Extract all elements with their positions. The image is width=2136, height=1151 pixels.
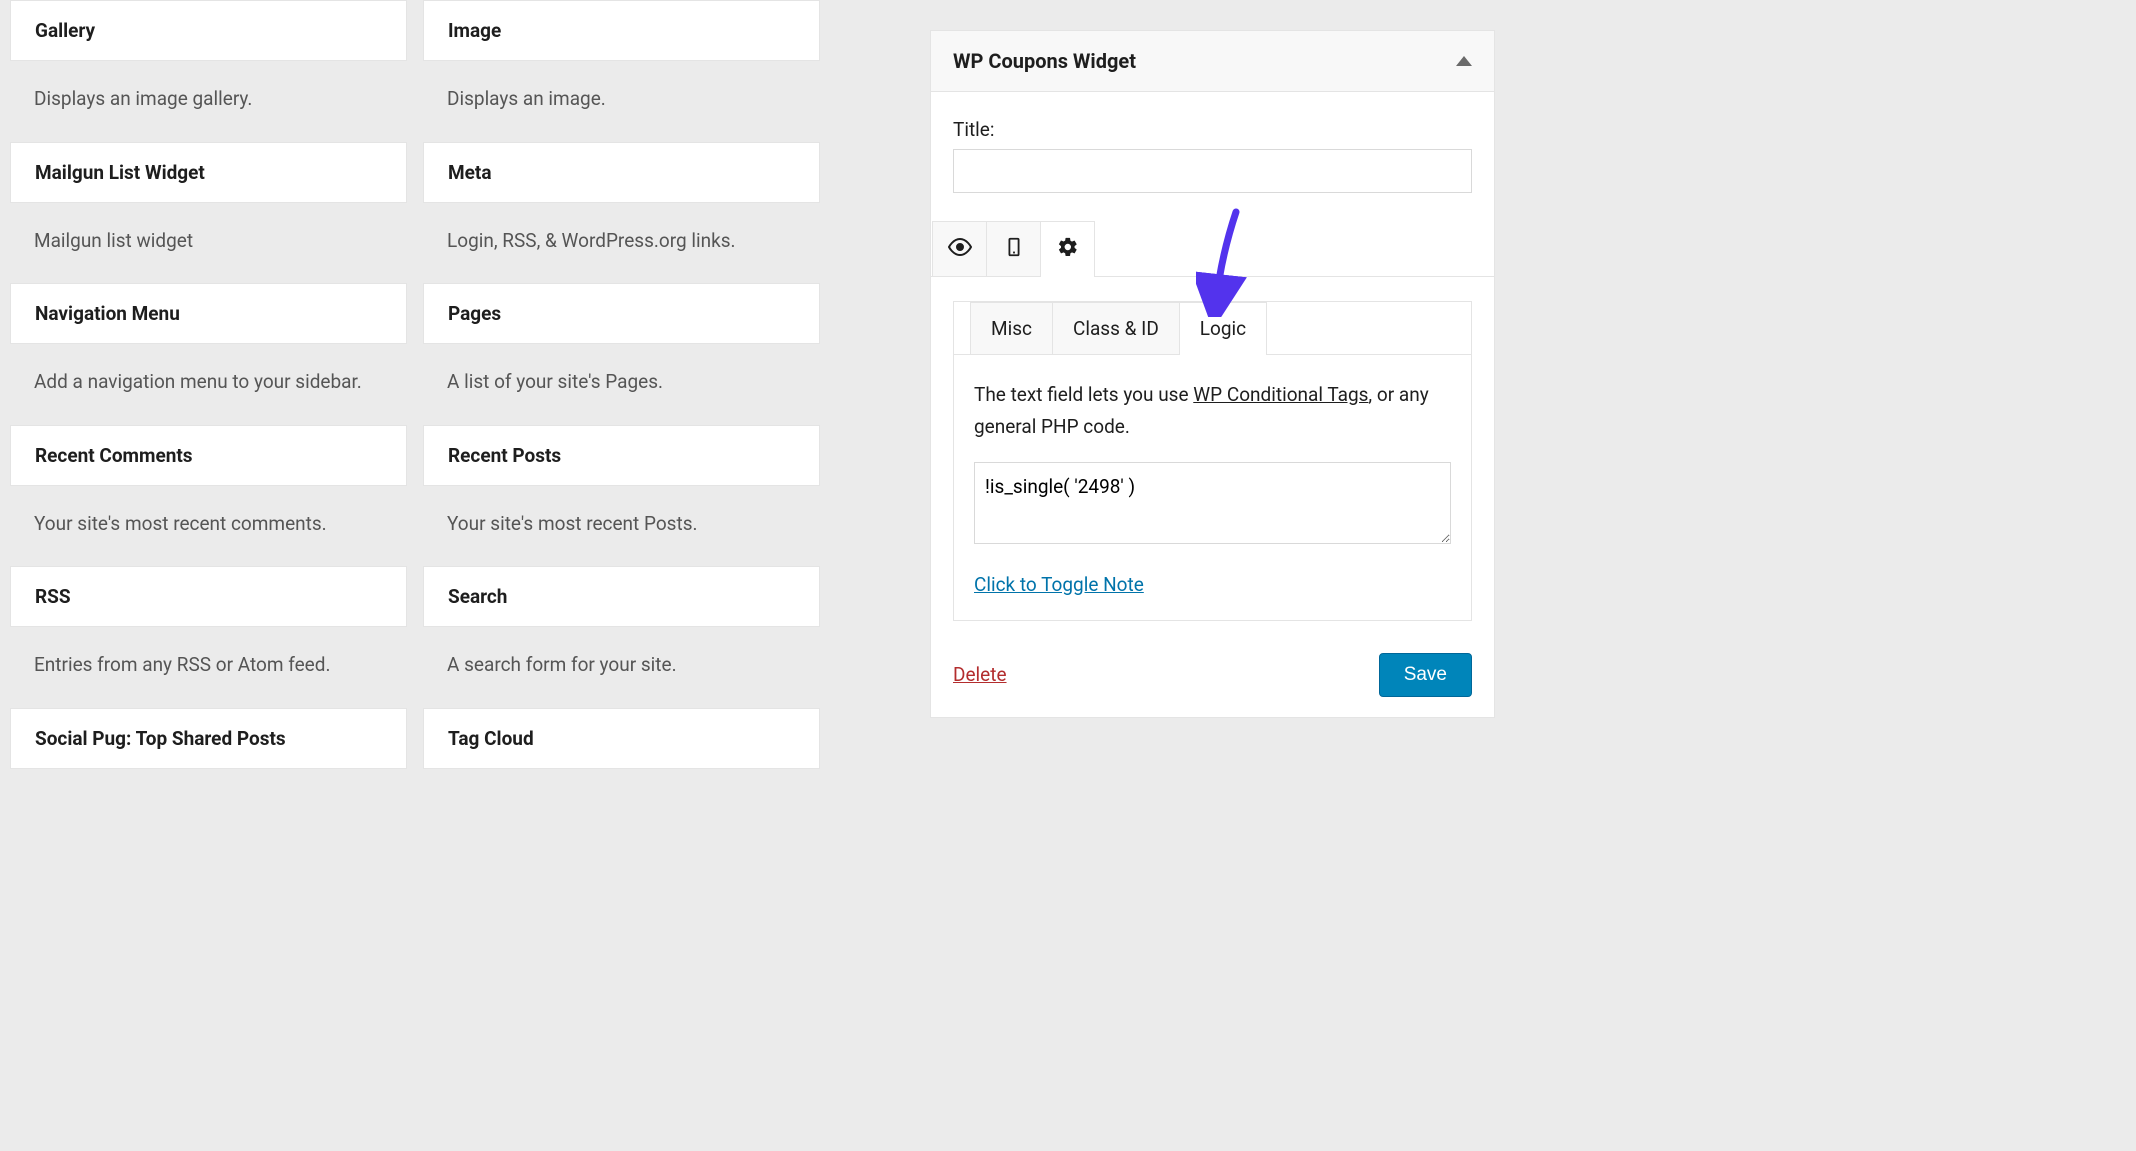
delete-link[interactable]: Delete <box>953 663 1007 686</box>
widget-tag-cloud[interactable]: Tag Cloud <box>423 708 820 769</box>
widget-nav-menu[interactable]: Navigation Menu <box>10 283 407 344</box>
gear-icon <box>1057 236 1079 263</box>
subtab-classid[interactable]: Class & ID <box>1052 302 1180 354</box>
toggle-note-link[interactable]: Click to Toggle Note <box>974 573 1144 596</box>
smartphone-icon <box>1003 236 1025 263</box>
widget-rss[interactable]: RSS <box>10 566 407 627</box>
panel-header[interactable]: WP Coupons Widget <box>931 31 1494 92</box>
widget-recent-posts[interactable]: Recent Posts <box>423 425 820 486</box>
panel-title: WP Coupons Widget <box>953 49 1136 73</box>
widget-social-pug[interactable]: Social Pug: Top Shared Posts <box>10 708 407 769</box>
available-widgets: Gallery Displays an image gallery. Mailg… <box>10 0 820 769</box>
widget-search-desc: A search form for your site. <box>423 627 820 708</box>
widget-nav-menu-desc: Add a navigation menu to your sidebar. <box>10 344 407 425</box>
widget-recent-comments[interactable]: Recent Comments <box>10 425 407 486</box>
widget-gallery-desc: Displays an image gallery. <box>10 61 407 142</box>
widget-pages[interactable]: Pages <box>423 283 820 344</box>
tab-settings[interactable] <box>1040 221 1095 276</box>
widget-search[interactable]: Search <box>423 566 820 627</box>
widget-settings-panel: WP Coupons Widget Title: <box>930 30 1495 718</box>
subtab-logic[interactable]: Logic <box>1179 302 1267 354</box>
eye-icon <box>948 235 972 264</box>
title-input[interactable] <box>953 149 1472 193</box>
title-label: Title: <box>953 118 1472 141</box>
subtab-misc[interactable]: Misc <box>970 302 1053 354</box>
widget-mailgun-desc: Mailgun list widget <box>10 203 407 284</box>
logic-textarea[interactable] <box>974 462 1451 544</box>
tab-visibility[interactable] <box>932 221 987 276</box>
widget-pages-desc: A list of your site's Pages. <box>423 344 820 425</box>
widget-column-1: Gallery Displays an image gallery. Mailg… <box>10 0 407 769</box>
widget-gallery[interactable]: Gallery <box>10 0 407 61</box>
widget-rss-desc: Entries from any RSS or Atom feed. <box>10 627 407 708</box>
wp-conditional-tags-link[interactable]: WP Conditional Tags <box>1193 383 1368 406</box>
widget-column-2: Image Displays an image. Meta Login, RSS… <box>423 0 820 769</box>
tab-devices[interactable] <box>986 221 1041 276</box>
widget-meta[interactable]: Meta <box>423 142 820 203</box>
widget-mailgun[interactable]: Mailgun List Widget <box>10 142 407 203</box>
icon-tab-row <box>931 221 1494 277</box>
widget-image[interactable]: Image <box>423 0 820 61</box>
save-button[interactable]: Save <box>1379 653 1472 697</box>
widget-recent-posts-desc: Your site's most recent Posts. <box>423 486 820 567</box>
widget-image-desc: Displays an image. <box>423 61 820 142</box>
collapse-icon <box>1456 56 1472 66</box>
widget-recent-comments-desc: Your site's most recent comments. <box>10 486 407 567</box>
logic-help-text: The text field lets you use WP Condition… <box>974 379 1451 444</box>
widget-meta-desc: Login, RSS, & WordPress.org links. <box>423 203 820 284</box>
settings-tab-content: Misc Class & ID Logic The text field let… <box>953 301 1472 621</box>
